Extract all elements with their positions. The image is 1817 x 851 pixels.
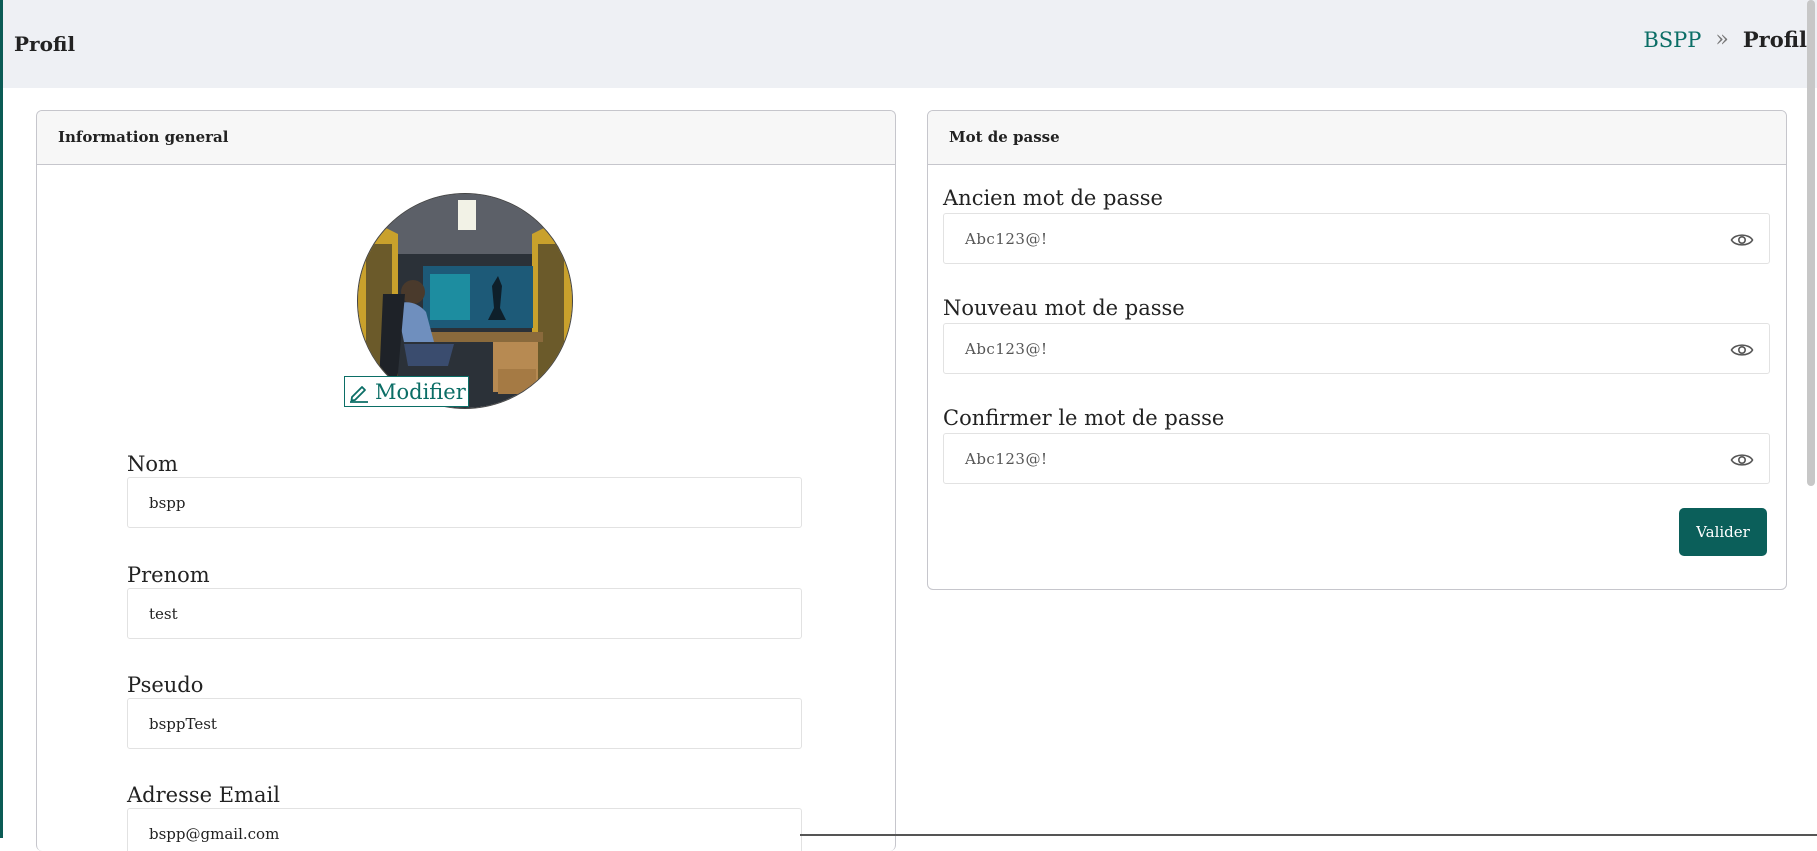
old-password-input[interactable]: Abc123@! [943, 213, 1770, 264]
last-name-input[interactable]: bspp [127, 477, 802, 528]
breadcrumb-current: Profil [1742, 27, 1807, 52]
email-label: Adresse Email [127, 783, 280, 807]
username-label: Pseudo [127, 673, 204, 697]
email-input[interactable]: bspp@gmail.com [127, 808, 802, 851]
vertical-scrollbar[interactable] [1807, 0, 1815, 486]
double-chevron-icon: » [1715, 27, 1729, 52]
new-password-label: Nouveau mot de passe [943, 296, 1185, 320]
confirm-password-input[interactable]: Abc123@! [943, 433, 1770, 484]
password-card: Mot de passe Ancien mot de passe Abc123@… [927, 110, 1787, 590]
first-name-label: Prenom [127, 563, 210, 587]
old-password-label: Ancien mot de passe [943, 186, 1163, 210]
general-info-card: Information general Modifier Nom bspp Pr… [36, 110, 896, 851]
general-info-title: Information general [37, 111, 895, 165]
left-accent-border [0, 0, 3, 838]
submit-password-button[interactable]: Valider [1679, 508, 1767, 556]
old-password-placeholder: Abc123@! [965, 230, 1048, 248]
first-name-input[interactable]: test [127, 588, 802, 639]
eye-icon[interactable] [1730, 228, 1754, 252]
pencil-icon [350, 385, 368, 403]
eye-icon[interactable] [1730, 448, 1754, 472]
last-name-label: Nom [127, 452, 178, 476]
confirm-password-label: Confirmer le mot de passe [943, 406, 1225, 430]
page-title: Profil [14, 32, 76, 56]
edit-avatar-button[interactable]: Modifier [344, 376, 469, 407]
eye-icon[interactable] [1730, 338, 1754, 362]
new-password-placeholder: Abc123@! [965, 340, 1048, 358]
username-input[interactable]: bsppTest [127, 698, 802, 749]
breadcrumb: BSPP » Profil [1643, 27, 1807, 52]
page-header: Profil BSPP » Profil [3, 0, 1817, 88]
breadcrumb-link-home[interactable]: BSPP [1643, 28, 1701, 52]
main-content: Information general Modifier Nom bspp Pr… [14, 88, 1804, 851]
password-card-title: Mot de passe [928, 111, 1786, 165]
confirm-password-placeholder: Abc123@! [965, 450, 1048, 468]
new-password-input[interactable]: Abc123@! [943, 323, 1770, 374]
horizontal-scroll-track [800, 834, 1817, 836]
edit-avatar-label: Modifier [375, 379, 466, 404]
